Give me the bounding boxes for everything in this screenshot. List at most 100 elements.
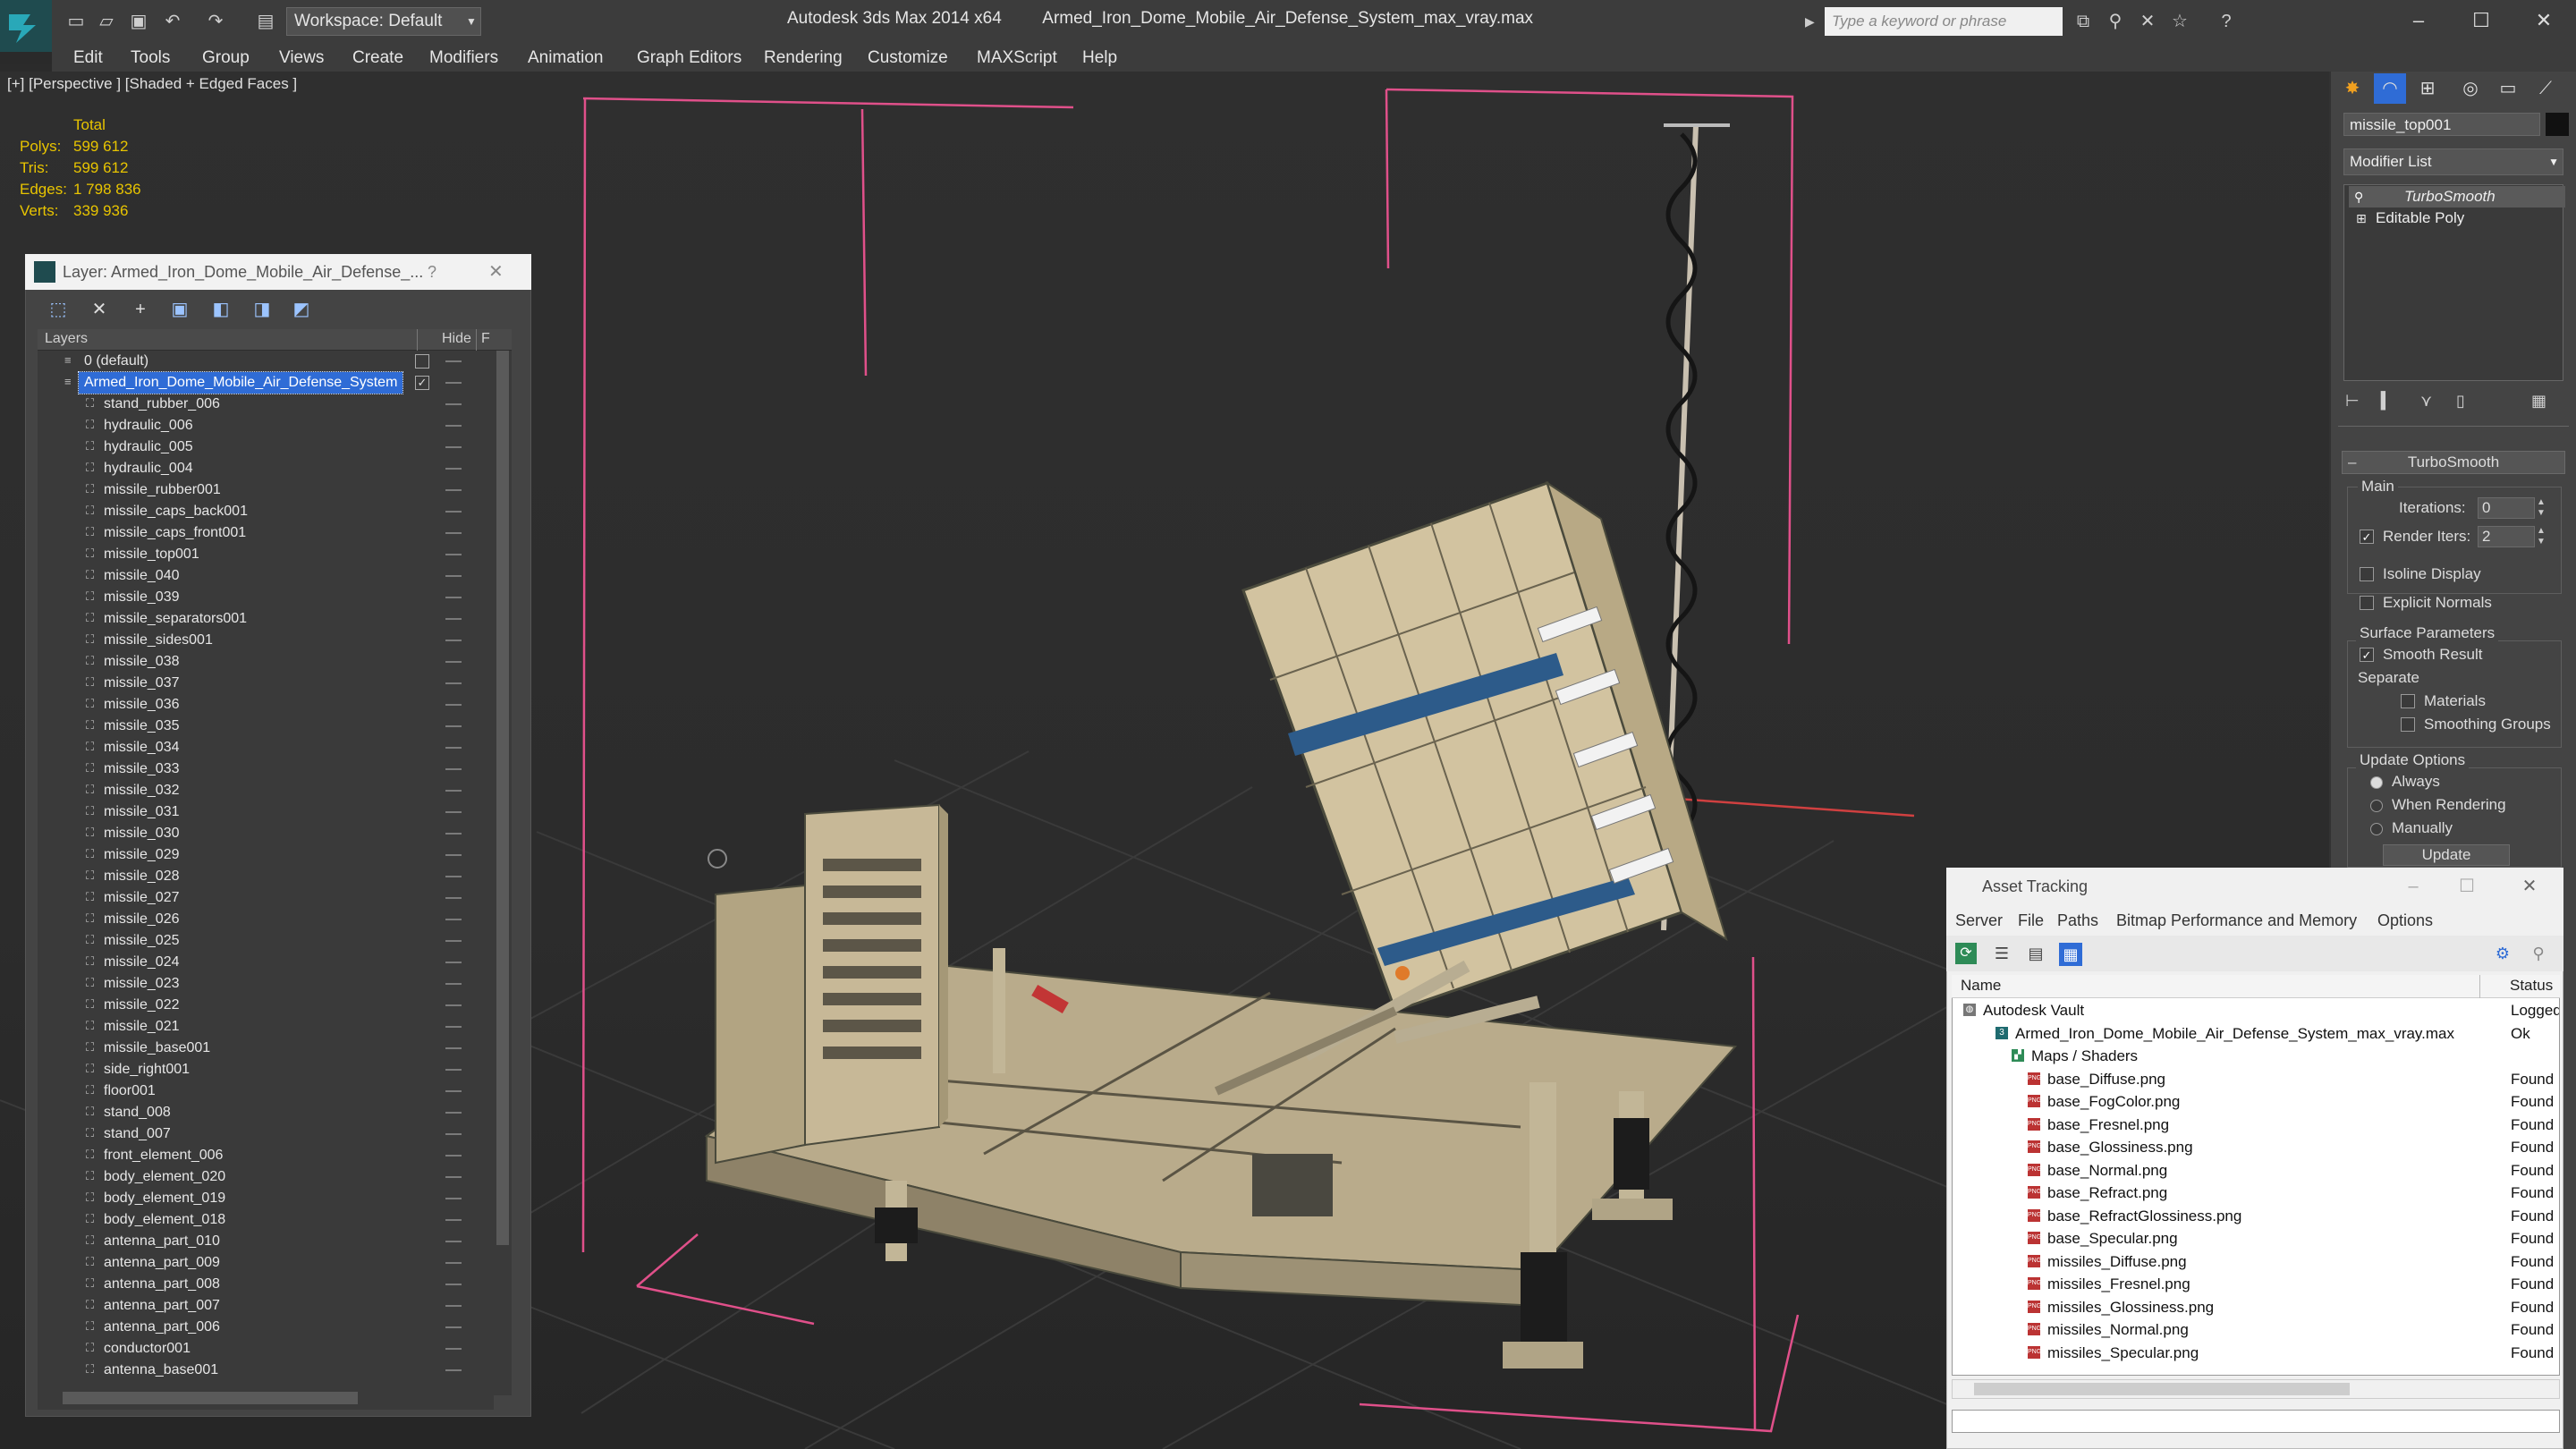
hide-toggle[interactable] — [445, 511, 462, 513]
menu-graph-editors[interactable]: Graph Editors — [637, 47, 741, 70]
maximize-button[interactable]: ☐ — [2454, 4, 2508, 38]
asset-row[interactable]: PNG base_Diffuse.png Found — [1953, 1068, 2559, 1091]
layer-object-row[interactable]: ⛶ antenna_part_006 — [38, 1317, 503, 1338]
layer-object-row[interactable]: ⛶ missile_029 — [38, 844, 503, 866]
layer-close-button[interactable]: ✕ — [488, 259, 513, 284]
asset-row[interactable]: PNG missiles_Specular.png Found — [1953, 1342, 2559, 1365]
layer-object-row[interactable]: ⛶ missile_separators001 — [38, 608, 503, 630]
hierarchy-tab-icon[interactable]: ⊞ — [2411, 73, 2444, 104]
detail-view-icon[interactable]: ▤ — [2025, 943, 2046, 964]
hide-toggle[interactable] — [445, 661, 462, 663]
layer-help-button[interactable]: ? — [428, 259, 449, 284]
layer-object-row[interactable]: ⛶ missile_037 — [38, 673, 503, 694]
pin-stack-icon[interactable]: ⊢ — [2345, 392, 2360, 411]
layer-object-row[interactable]: ⛶ missile_022 — [38, 995, 503, 1016]
layer-window-title[interactable]: Layer: Armed_Iron_Dome_Mobile_Air_Defens… — [25, 254, 531, 290]
render-iters-spinner[interactable]: 2 — [2478, 526, 2535, 547]
layer-object-row[interactable]: ⛶ hydraulic_004 — [38, 458, 503, 479]
layer-object-row[interactable]: ⛶ missile_027 — [38, 887, 503, 909]
favorites-star-icon[interactable]: ☆ — [2168, 11, 2191, 32]
hide-toggle[interactable] — [445, 704, 462, 706]
subscription-icon[interactable]: ⚲ — [2104, 11, 2127, 32]
hide-toggle[interactable] — [445, 768, 462, 770]
hide-all-layers-icon[interactable]: ◨ — [249, 297, 275, 322]
layer-list[interactable]: ≡ 0 (default) ≡ Armed_Iron_Dome_Mobile_Air_… — [38, 329, 512, 1395]
hide-toggle[interactable] — [445, 940, 462, 942]
hide-toggle[interactable] — [445, 790, 462, 792]
close-button[interactable]: ✕ — [2517, 4, 2571, 38]
hide-toggle[interactable] — [445, 360, 462, 362]
layer-object-row[interactable]: ⛶ missile_033 — [38, 758, 503, 780]
hide-toggle[interactable] — [445, 1284, 462, 1285]
asset-menu-file[interactable]: File — [2018, 909, 2044, 932]
binoculars-icon[interactable]: ⧉ — [2072, 11, 2095, 32]
status-column-header[interactable]: Status — [2510, 977, 2553, 995]
create-layer-icon[interactable]: ⬚ — [45, 297, 72, 322]
asset-row[interactable]: PNG missiles_Fresnel.png Found — [1953, 1273, 2559, 1296]
layer-object-row[interactable]: ⛶ hydraulic_006 — [38, 415, 503, 436]
layer-object-row[interactable]: ⛶ antenna_base001 — [38, 1360, 503, 1381]
smooth-result-checkbox[interactable]: ✓ — [2360, 648, 2374, 662]
hide-toggle[interactable] — [445, 1241, 462, 1242]
app-logo[interactable] — [0, 0, 52, 64]
object-color-swatch[interactable] — [2546, 113, 2569, 136]
configure-sets-icon[interactable]: ▦ — [2531, 392, 2546, 411]
chevron-down-icon[interactable]: ▼ — [462, 7, 481, 36]
layer-horizontal-scrollbar[interactable] — [38, 1386, 494, 1410]
asset-row[interactable]: PNG base_Glossiness.png Found — [1953, 1136, 2559, 1159]
menu-group[interactable]: Group — [202, 47, 250, 70]
new-file-icon[interactable]: ▭ — [64, 11, 88, 32]
layer-object-row[interactable]: ⛶ front_element_006 — [38, 1145, 503, 1166]
delete-layer-icon[interactable]: ✕ — [86, 297, 113, 322]
utilities-tab-icon[interactable]: ⟋ — [2529, 73, 2562, 104]
hide-toggle[interactable] — [445, 640, 462, 641]
hide-toggle[interactable] — [445, 468, 462, 470]
hide-toggle[interactable] — [445, 1133, 462, 1135]
hide-toggle[interactable] — [445, 876, 462, 877]
asset-menu-options[interactable]: Options — [2377, 909, 2433, 932]
layer-object-row[interactable]: ⛶ missile_034 — [38, 737, 503, 758]
hide-toggle[interactable] — [445, 1004, 462, 1006]
asset-minimize-button[interactable]: – — [2394, 871, 2433, 902]
layer-object-row[interactable]: ⛶ missile_023 — [38, 973, 503, 995]
iterations-spinner[interactable]: 0 — [2478, 497, 2535, 519]
hide-toggle[interactable] — [445, 1026, 462, 1028]
hide-toggle[interactable] — [445, 446, 462, 448]
layers-column-header[interactable]: Layers — [45, 331, 88, 347]
menu-animation[interactable]: Animation — [528, 47, 604, 70]
materials-checkbox[interactable] — [2401, 694, 2415, 708]
layer-object-row[interactable]: ⛶ side_right001 — [38, 1059, 503, 1080]
stack-item-editable-poly[interactable]: ⊞ Editable Poly — [2349, 208, 2565, 229]
hide-toggle[interactable] — [445, 382, 462, 384]
hide-toggle[interactable] — [445, 489, 462, 491]
stack-item-turbosmooth[interactable]: ⚲ TurboSmooth — [2349, 186, 2565, 208]
hide-toggle[interactable] — [445, 1326, 462, 1328]
layer-object-row[interactable]: ⛶ missile_021 — [38, 1016, 503, 1038]
hide-toggle[interactable] — [445, 597, 462, 598]
hide-toggle[interactable] — [445, 1155, 462, 1157]
layer-object-row[interactable]: ⛶ missile_025 — [38, 930, 503, 952]
layer-object-row[interactable]: ⛶ body_element_019 — [38, 1188, 503, 1209]
layer-object-row[interactable]: ⛶ missile_024 — [38, 952, 503, 973]
hide-toggle[interactable] — [445, 575, 462, 577]
when-rendering-radio[interactable] — [2370, 800, 2383, 812]
help-icon[interactable]: ? — [2215, 11, 2238, 32]
menu-create[interactable]: Create — [352, 47, 403, 70]
layer-object-row[interactable]: ⛶ stand_rubber_006 — [38, 394, 503, 415]
hide-toggle[interactable] — [445, 1369, 462, 1371]
render-iters-checkbox[interactable]: ✓ — [2360, 530, 2374, 544]
layer-object-row[interactable]: ⛶ antenna_part_009 — [38, 1252, 503, 1274]
layer-object-row[interactable]: ⛶ floor001 — [38, 1080, 503, 1102]
expand-plus-icon[interactable]: ⊞ — [2356, 208, 2367, 229]
hide-toggle[interactable] — [445, 1198, 462, 1199]
hide-toggle[interactable] — [445, 747, 462, 749]
hide-toggle[interactable] — [445, 1047, 462, 1049]
layer-object-row[interactable]: ⛶ conductor001 — [38, 1338, 503, 1360]
hide-toggle[interactable] — [445, 854, 462, 856]
asset-menu-bitmap[interactable]: Bitmap Performance and Memory — [2116, 909, 2357, 932]
menu-tools[interactable]: Tools — [131, 47, 170, 70]
layer-object-row[interactable]: ⛶ missile_026 — [38, 909, 503, 930]
asset-row[interactable]: PNG base_Specular.png Found — [1953, 1227, 2559, 1250]
hide-toggle[interactable] — [445, 425, 462, 427]
asset-row[interactable]: PNG base_RefractGlossiness.png Found — [1953, 1205, 2559, 1228]
